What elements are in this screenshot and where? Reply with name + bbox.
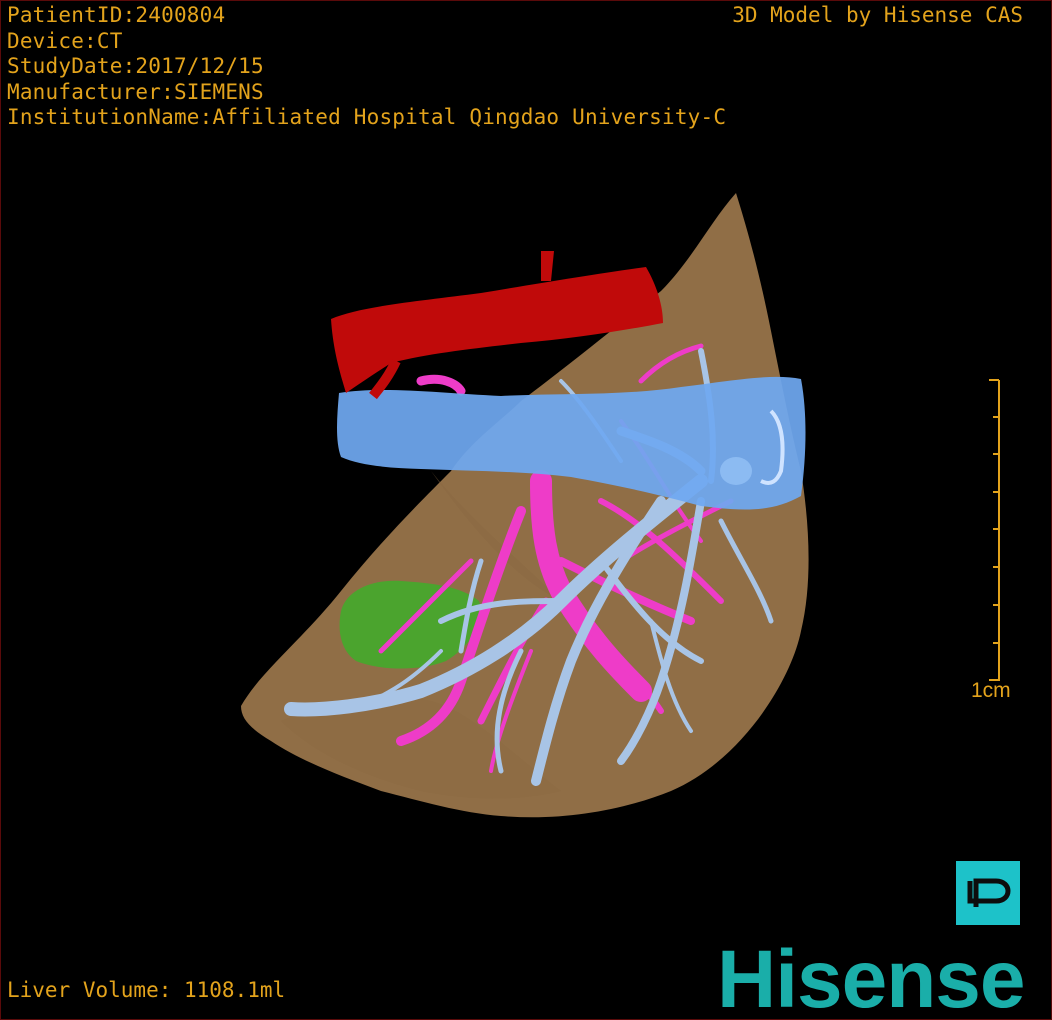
institution-name: InstitutionName:Affiliated Hospital Qing… [7, 105, 727, 129]
3d-viewport[interactable]: PatientID:2400804 Device:CT StudyDate:20… [0, 0, 1052, 1020]
scale-bar [989, 379, 1000, 681]
liver-3d-model[interactable] [1, 1, 1051, 1019]
manufacturer: Manufacturer:SIEMENS [7, 79, 264, 104]
liver-volume: Liver Volume: 1108.1ml [7, 978, 286, 1002]
dicom-info-overlay: PatientID:2400804 Device:CT StudyDate:20… [7, 3, 726, 131]
patient-id: PatientID:2400804 [7, 3, 226, 27]
view-mode-button[interactable] [956, 861, 1020, 925]
scale-bar-label: 1cm [971, 679, 1011, 702]
p-icon [967, 878, 1011, 907]
device: Device:CT [7, 28, 123, 53]
model-credit: 3D Model by Hisense CAS [732, 3, 1023, 27]
hisense-logo: Hisense [717, 934, 1026, 1020]
study-date: StudyDate:2017/12/15 [7, 54, 264, 78]
